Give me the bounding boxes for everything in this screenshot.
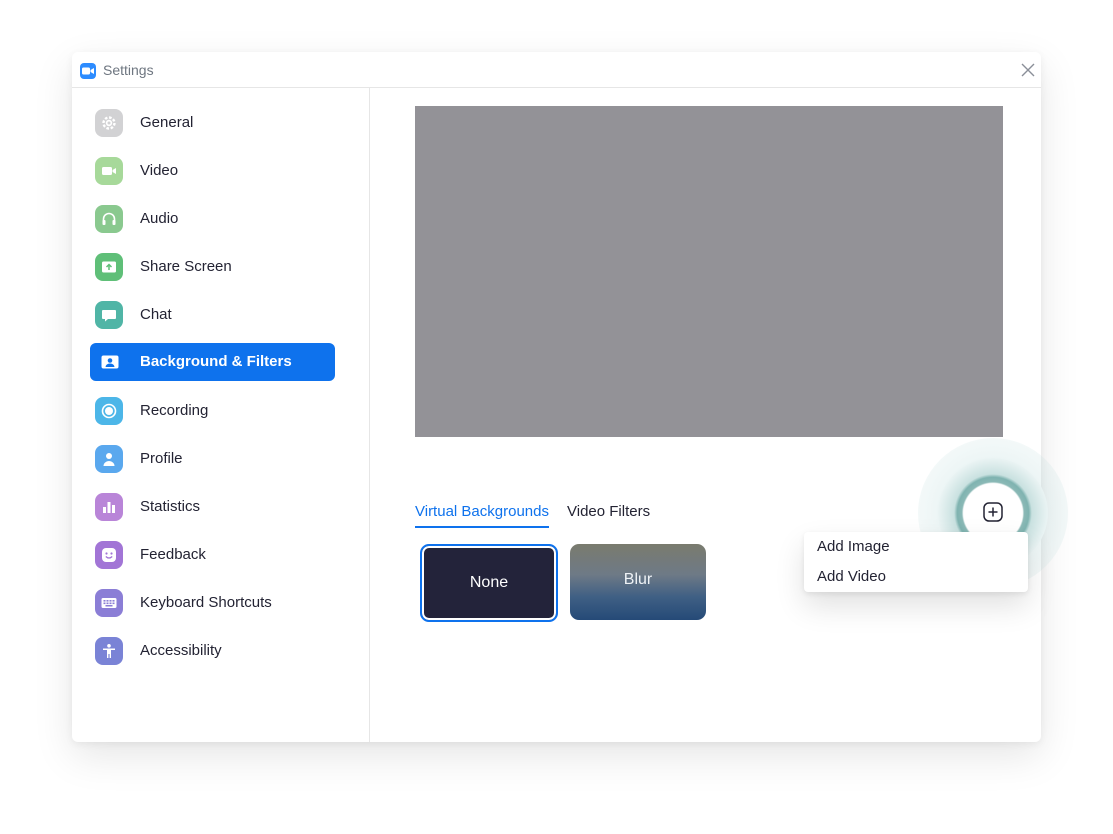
sidebar-item-label: General (140, 114, 194, 131)
zoom-app-icon (80, 63, 96, 79)
sidebar-item-label: Recording (140, 402, 209, 419)
gear-icon (95, 109, 123, 137)
window-title: Settings (103, 62, 154, 78)
sidebar-item-profile[interactable]: Profile (90, 440, 335, 478)
menu-item-add-video[interactable]: Add Video (817, 568, 886, 585)
sidebar-item-background-filters[interactable]: Background & Filters (90, 343, 335, 381)
sidebar-item-recording[interactable]: Recording (90, 392, 335, 430)
settings-sidebar: General Video Audio Share Screen Chat Ba… (72, 88, 370, 742)
close-icon[interactable] (1020, 62, 1036, 78)
video-camera-icon (95, 157, 123, 185)
background-option-blur[interactable]: Blur (570, 544, 706, 620)
sidebar-item-feedback[interactable]: Feedback (90, 536, 335, 574)
record-icon (95, 397, 123, 425)
sidebar-item-label: Keyboard Shortcuts (140, 594, 272, 611)
sidebar-item-accessibility[interactable]: Accessibility (90, 632, 335, 670)
video-preview (415, 106, 1003, 437)
headphones-icon (95, 205, 123, 233)
settings-window: Settings General Video Audio Share Scree… (72, 52, 1041, 742)
sidebar-item-share-screen[interactable]: Share Screen (90, 248, 335, 286)
sidebar-item-label: Audio (140, 210, 179, 227)
menu-item-add-image[interactable]: Add Image (817, 538, 890, 555)
plus-square-icon (983, 502, 1003, 522)
sidebar-item-label: Profile (140, 450, 183, 467)
sidebar-item-label: Statistics (140, 498, 201, 515)
background-option-label: None (469, 574, 509, 591)
tab-video-filters[interactable]: Video Filters (567, 503, 650, 526)
bar-chart-icon (95, 493, 123, 521)
share-screen-icon (95, 253, 123, 281)
sidebar-item-label: Video (140, 162, 179, 179)
sidebar-item-statistics[interactable]: Statistics (90, 488, 335, 526)
add-background-menu: Add Image Add Video (804, 532, 1028, 592)
sidebar-item-keyboard-shortcuts[interactable]: Keyboard Shortcuts (90, 584, 335, 622)
sidebar-item-label: Share Screen (140, 258, 232, 275)
sidebar-item-label: Feedback (140, 546, 206, 563)
sidebar-item-audio[interactable]: Audio (90, 200, 335, 238)
background-option-label: Blur (623, 571, 653, 588)
tab-virtual-backgrounds[interactable]: Virtual Backgrounds (415, 503, 549, 528)
title-bar: Settings (72, 52, 1041, 88)
add-background-button[interactable] (982, 501, 1004, 523)
sidebar-item-label: Accessibility (140, 642, 222, 659)
sidebar-item-general[interactable]: General (90, 104, 335, 142)
sidebar-item-video[interactable]: Video (90, 152, 335, 190)
accessibility-icon (95, 637, 123, 665)
background-option-none[interactable]: None (420, 544, 558, 622)
chat-bubble-icon (95, 301, 123, 329)
keyboard-icon (95, 589, 123, 617)
sidebar-item-chat[interactable]: Chat (90, 296, 335, 334)
sidebar-item-label: Chat (140, 306, 172, 323)
smiley-icon (95, 541, 123, 569)
profile-icon (95, 445, 123, 473)
background-person-icon (95, 348, 123, 376)
sidebar-item-label: Background & Filters (140, 353, 292, 370)
